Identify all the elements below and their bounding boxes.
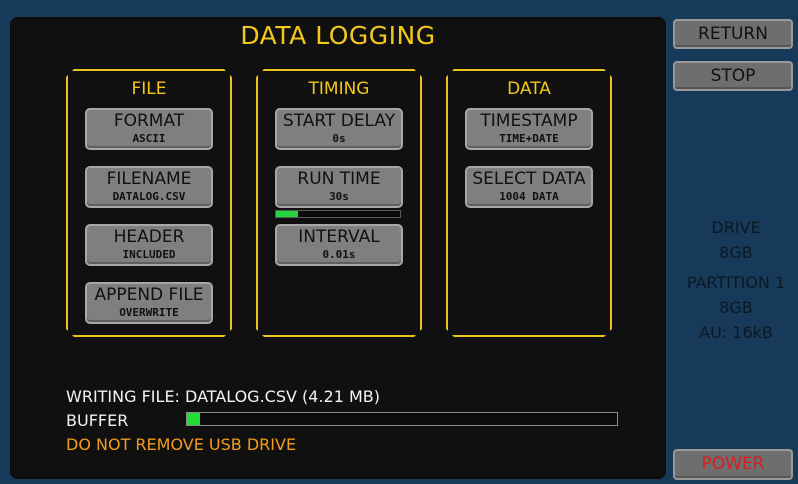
timestamp-button[interactable]: TIMESTAMP TIME+DATE [465, 108, 593, 150]
data-panel: DATA TIMESTAMP TIME+DATE SELECT DATA 100… [446, 69, 612, 337]
timestamp-label: TIMESTAMP [480, 111, 578, 131]
writing-file-status: WRITING FILE: DATALOG.CSV (4.21 MB) [66, 387, 380, 406]
buffer-label: BUFFER [66, 411, 129, 430]
format-label: FORMAT [113, 111, 185, 131]
start-delay-label: START DELAY [282, 111, 396, 131]
interval-label: INTERVAL [298, 227, 380, 247]
return-button[interactable]: RETURN [673, 19, 793, 49]
partition-size: 8GB [719, 298, 753, 317]
file-panel: FILE FORMAT ASCII FILENAME DATALOG.CSV H… [66, 69, 232, 337]
run-time-label: RUN TIME [297, 169, 381, 189]
filename-label: FILENAME [106, 169, 192, 189]
run-time-progress-bar [275, 210, 401, 218]
drive-label: DRIVE [711, 218, 761, 237]
select-data-value: 1004 DATA [499, 190, 559, 203]
stop-button[interactable]: STOP [673, 61, 793, 91]
header-label: HEADER [113, 227, 185, 247]
append-file-label: APPEND FILE [94, 285, 204, 305]
append-file-value: OVERWRITE [119, 306, 179, 319]
file-panel-title: FILE [131, 79, 167, 99]
timing-panel-title: TIMING [308, 79, 370, 99]
run-time-progress-fill [276, 211, 298, 217]
device-screen: DATA LOGGING FILE FORMAT ASCII FILENAME … [0, 0, 798, 484]
filename-button[interactable]: FILENAME DATALOG.CSV [85, 166, 213, 208]
buffer-progress-fill [187, 413, 200, 425]
append-file-button[interactable]: APPEND FILE OVERWRITE [85, 282, 213, 324]
select-data-label: SELECT DATA [472, 169, 586, 189]
interval-button[interactable]: INTERVAL 0.01s [275, 224, 403, 266]
partition-label: PARTITION 1 [686, 273, 786, 292]
run-time-button[interactable]: RUN TIME 30s [275, 166, 403, 208]
format-value: ASCII [132, 132, 166, 145]
interval-value: 0.01s [322, 248, 356, 261]
timestamp-value: TIME+DATE [499, 132, 559, 145]
page-title: DATA LOGGING [240, 21, 436, 50]
start-delay-button[interactable]: START DELAY 0s [275, 108, 403, 150]
power-button[interactable]: POWER [673, 449, 793, 480]
usb-warning: DO NOT REMOVE USB DRIVE [66, 435, 297, 454]
header-value: INCLUDED [122, 248, 176, 261]
run-time-value: 30s [329, 190, 349, 203]
data-panel-title: DATA [507, 79, 551, 99]
allocation-unit: AU: 16kB [699, 323, 773, 342]
filename-value: DATALOG.CSV [112, 190, 186, 203]
format-button[interactable]: FORMAT ASCII [85, 108, 213, 150]
select-data-button[interactable]: SELECT DATA 1004 DATA [465, 166, 593, 208]
header-button[interactable]: HEADER INCLUDED [85, 224, 213, 266]
drive-size: 8GB [719, 243, 753, 262]
timing-panel: TIMING START DELAY 0s RUN TIME 30s INTER… [256, 69, 422, 337]
buffer-progress-bar [186, 412, 618, 426]
start-delay-value: 0s [332, 132, 346, 145]
main-panel: DATA LOGGING FILE FORMAT ASCII FILENAME … [10, 17, 666, 479]
